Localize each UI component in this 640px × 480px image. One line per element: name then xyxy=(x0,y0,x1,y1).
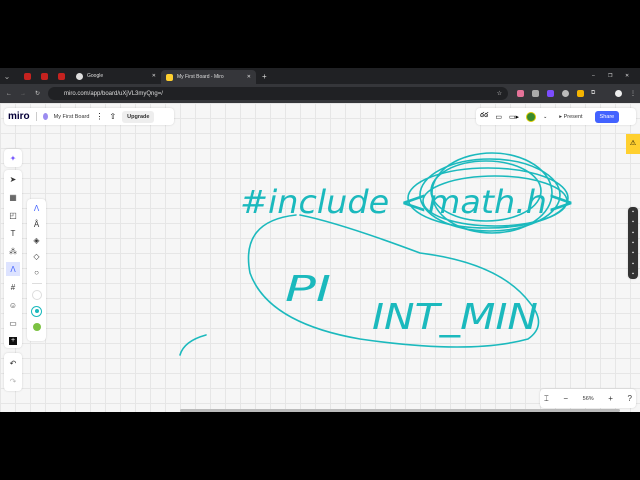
url-input[interactable]: miro.com/app/board/uXjVL3myQng=/ ☆ xyxy=(48,87,508,100)
side-tool-icon[interactable]: ▪ xyxy=(632,230,634,236)
ink-arc xyxy=(179,334,207,356)
close-tab-icon[interactable]: ✕ xyxy=(152,73,156,79)
github-icon[interactable] xyxy=(562,90,569,97)
side-tool-icon[interactable]: ▪ xyxy=(632,250,634,256)
close-window-icon[interactable]: ✕ xyxy=(625,73,629,79)
help-icon[interactable]: ? xyxy=(628,394,632,403)
ink-drawing[interactable]: #include <math.h> PI INT_MIN xyxy=(0,103,640,412)
tab-label: Google xyxy=(87,73,104,79)
zoom-in-button[interactable]: + xyxy=(608,394,613,403)
gmail-tab-icon[interactable] xyxy=(58,72,65,80)
extension-icon[interactable] xyxy=(577,90,584,97)
profile-avatar-icon[interactable] xyxy=(615,90,622,97)
minimize-icon[interactable]: – xyxy=(592,73,595,79)
tab-google[interactable]: Google ✕ xyxy=(71,69,161,83)
right-side-panel: ▪ ▪ ▪ ▪ ▪ ▪ ▪ xyxy=(628,207,638,279)
google-icon xyxy=(76,72,83,80)
chrome-menu-icon[interactable]: ⋮ xyxy=(630,90,636,97)
restore-icon[interactable]: ❐ xyxy=(608,73,612,79)
tab-miro[interactable]: My First Board - Miro ✕ xyxy=(161,70,256,84)
extension-icon[interactable] xyxy=(547,90,554,97)
side-tool-icon[interactable]: ▪ xyxy=(632,261,634,267)
extensions-puzzle-icon[interactable]: ⧉ xyxy=(591,90,595,97)
side-tool-icon[interactable]: ▪ xyxy=(632,209,634,215)
gmail-tab-icon[interactable] xyxy=(24,72,31,80)
new-tab-icon[interactable]: + xyxy=(262,72,267,81)
tab-label: My First Board - Miro xyxy=(177,74,224,80)
bookmark-star-icon[interactable]: ☆ xyxy=(497,90,502,97)
extension-icon[interactable] xyxy=(517,90,524,97)
browser-tab-bar: ⌄ Google ✕ My First Board - Miro ✕ + – ❐… xyxy=(0,68,640,84)
side-tool-icon[interactable]: ▪ xyxy=(632,271,634,277)
zoom-out-button[interactable]: − xyxy=(563,394,568,403)
miro-board-canvas[interactable]: miro My First Board ⋮ ⇧ Upgrade ఠఠ ▭ ▭▸ … xyxy=(0,103,640,412)
address-bar-row: ← → ↻ miro.com/app/board/uXjVL3myQng=/ ☆… xyxy=(0,84,640,103)
miro-icon xyxy=(166,73,173,81)
side-tool-icon[interactable]: ▪ xyxy=(632,240,634,246)
zoom-controls: ⌶ − 56% + ? xyxy=(540,389,636,408)
close-tab-icon[interactable]: ✕ xyxy=(247,74,251,80)
gmail-tab-icon[interactable] xyxy=(41,72,48,80)
zoom-level[interactable]: 56% xyxy=(583,396,594,402)
forward-icon[interactable]: → xyxy=(20,91,26,97)
tab-search-button[interactable]: ⌄ xyxy=(0,69,14,83)
ink-pi: PI xyxy=(285,269,331,310)
ink-int-min: INT_MIN xyxy=(372,297,538,338)
side-tool-icon[interactable]: ▪ xyxy=(632,219,634,225)
fit-to-screen-icon[interactable]: ⌶ xyxy=(544,394,549,404)
horizontal-scrollbar[interactable] xyxy=(180,409,620,412)
back-icon[interactable]: ← xyxy=(6,91,12,97)
reload-icon[interactable]: ↻ xyxy=(35,90,40,97)
extension-icon[interactable] xyxy=(532,90,539,97)
url-text: miro.com/app/board/uXjVL3myQng=/ xyxy=(64,90,163,97)
